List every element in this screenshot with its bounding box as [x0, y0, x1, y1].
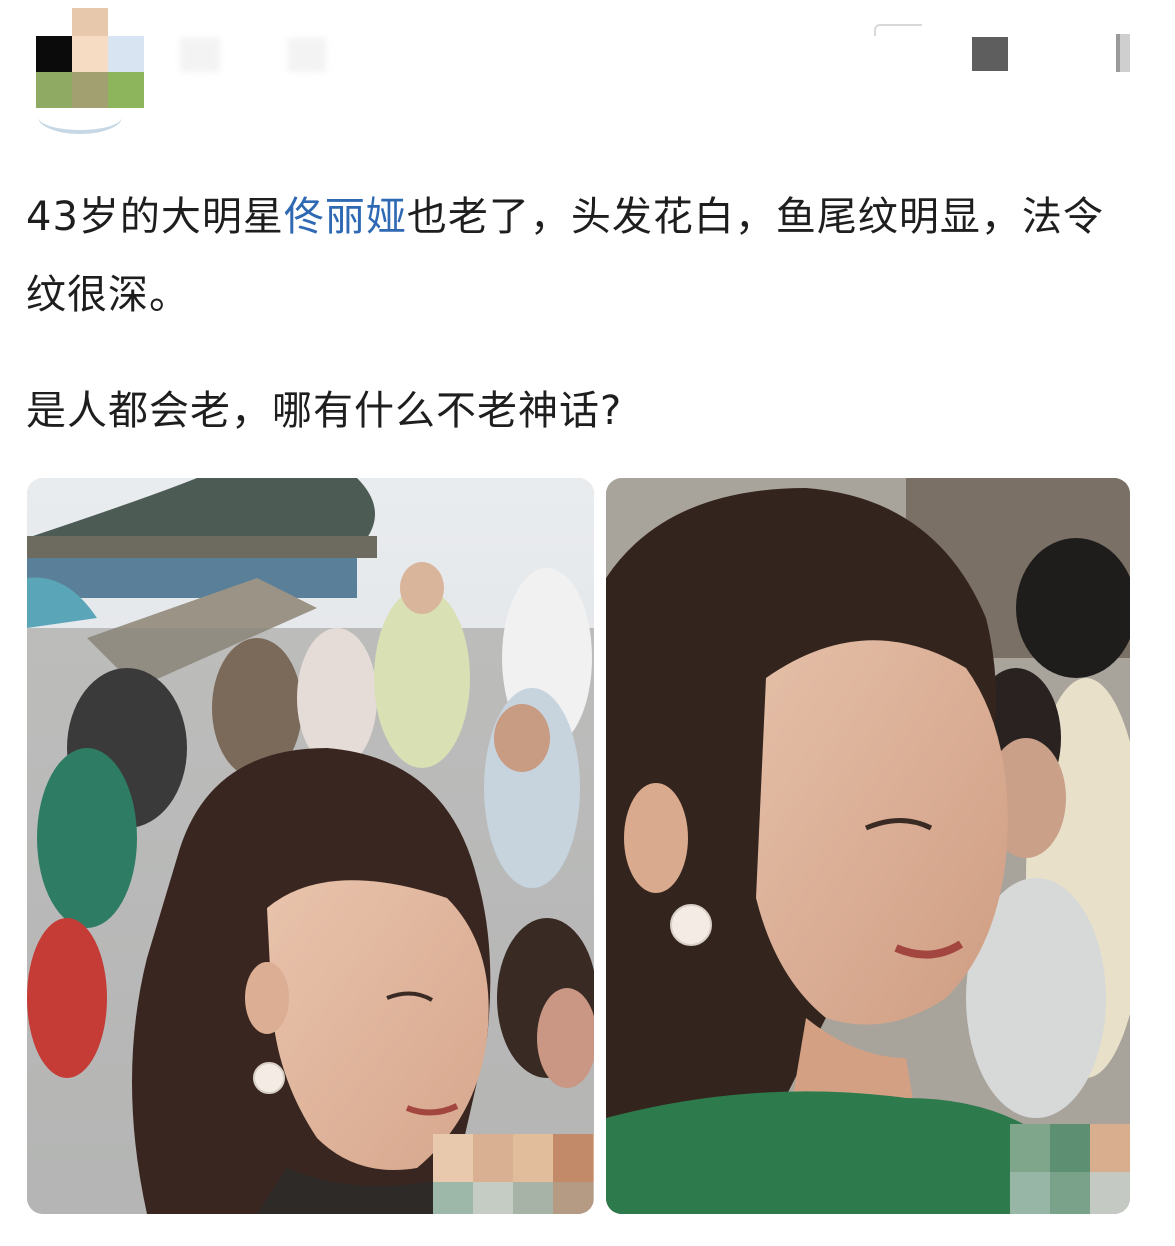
- post-photo-2[interactable]: [606, 478, 1130, 1214]
- user-meta-blurred: [288, 38, 326, 72]
- menu-edge-icon: [1116, 34, 1130, 72]
- post-paragraph-1: 43岁的大明星佟丽娅也老了，头发花白，鱼尾纹明显，法令纹很深。: [26, 178, 1136, 334]
- photo-2-scene: [606, 478, 1130, 1214]
- mosaic-watermark-2: [1010, 1124, 1130, 1214]
- more-options-icon[interactable]: [972, 37, 1008, 71]
- mosaic-watermark-1: [433, 1134, 594, 1214]
- post-header: [0, 0, 1175, 150]
- post-text-before-mention: 43岁的大明星: [26, 194, 284, 240]
- username-blurred[interactable]: [180, 38, 220, 72]
- mention-link[interactable]: 佟丽娅: [284, 194, 407, 240]
- post-body: 43岁的大明星佟丽娅也老了，头发花白，鱼尾纹明显，法令纹很深。 是人都会老，哪有…: [26, 178, 1136, 450]
- post-paragraph-2: 是人都会老，哪有什么不老神话?: [26, 388, 623, 434]
- post-photo-1[interactable]: [27, 478, 594, 1214]
- follow-button-outline[interactable]: [874, 24, 922, 36]
- avatar-frame: [38, 100, 122, 134]
- photo-1-scene: [27, 478, 594, 1214]
